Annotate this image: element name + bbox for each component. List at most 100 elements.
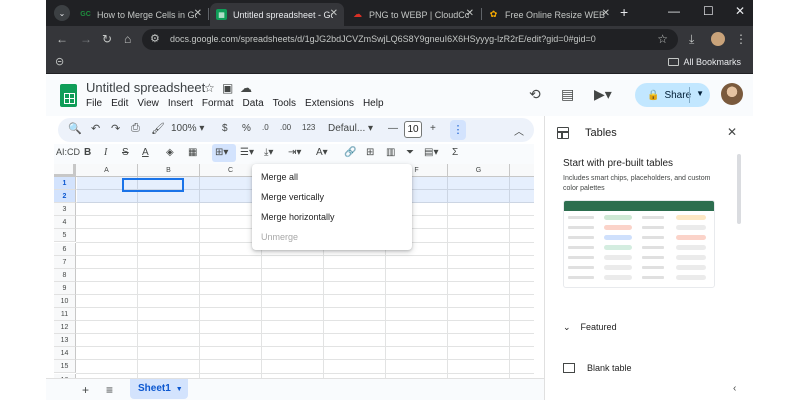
share-dropdown-icon[interactable]: ▼ xyxy=(696,89,704,98)
tab-untitled-spreadsheet[interactable]: ▦ Untitled spreadsheet - Goo ✕ xyxy=(210,3,344,26)
search-menus-icon[interactable]: 🔍 xyxy=(68,122,82,135)
sheet-tab-sheet1[interactable]: Sheet1 ▼ xyxy=(130,379,188,399)
all-sheets-icon[interactable]: ≡ xyxy=(106,383,113,397)
cloud-status-icon[interactable]: ☁ xyxy=(240,81,252,95)
collapse-panel-icon[interactable]: ‹ xyxy=(733,383,736,394)
close-window-icon[interactable]: ✕ xyxy=(735,4,745,18)
collapse-toolbar-icon[interactable]: ︿ xyxy=(514,123,524,138)
horizontal-align-icon[interactable]: ☰▾ xyxy=(240,147,254,158)
row-header-5[interactable]: 5 xyxy=(54,229,76,243)
minimize-icon[interactable]: — xyxy=(668,4,680,18)
decrease-decimal-button[interactable]: .0 xyxy=(262,123,269,132)
insert-comment-icon[interactable]: ⊞ xyxy=(366,147,374,158)
reload-icon[interactable]: ↻ xyxy=(102,32,112,46)
close-panel-icon[interactable]: ✕ xyxy=(727,125,737,139)
print-icon[interactable]: ⎙ xyxy=(131,122,140,135)
increase-decimal-button[interactable]: .00 xyxy=(280,123,291,132)
menu-format[interactable]: Format xyxy=(202,98,234,109)
more-formats-button[interactable]: 123 xyxy=(302,123,315,132)
more-options-icon[interactable]: ⋮ xyxy=(450,120,466,140)
zoom-select[interactable]: 100% ▾ xyxy=(171,123,204,134)
row-header-10[interactable]: 10 xyxy=(54,294,76,308)
menu-edit[interactable]: Edit xyxy=(111,98,128,109)
bold-icon[interactable]: B xyxy=(84,147,91,158)
move-folder-icon[interactable]: ▣ xyxy=(222,81,233,95)
redo-icon[interactable]: ↷ xyxy=(111,122,120,135)
download-icon[interactable]: ⤓ xyxy=(689,32,694,46)
close-tab-icon[interactable]: ✕ xyxy=(602,8,610,19)
row-header-8[interactable]: 8 xyxy=(54,268,76,282)
menu-file[interactable]: File xyxy=(86,98,102,109)
document-title[interactable]: Untitled spreadsheet xyxy=(86,80,205,95)
borders-icon[interactable]: ▦ xyxy=(188,147,197,158)
font-select[interactable]: Defaul... ▾ xyxy=(328,123,373,134)
row-header-2[interactable]: 2 xyxy=(54,190,76,204)
currency-format-button[interactable]: $ xyxy=(222,123,228,134)
select-all-corner[interactable] xyxy=(54,164,76,177)
insert-chart-icon[interactable]: ▥ xyxy=(386,147,395,158)
row-header-7[interactable]: 7 xyxy=(54,255,76,269)
column-header-g[interactable]: G xyxy=(448,164,510,177)
row-header-6[interactable]: 6 xyxy=(54,242,76,256)
create-filter-icon[interactable]: ⏷ xyxy=(406,147,414,158)
profile-avatar[interactable] xyxy=(711,32,725,46)
close-tab-icon[interactable]: ✕ xyxy=(330,8,338,19)
menu-help[interactable]: Help xyxy=(363,98,384,109)
row-header-11[interactable]: 11 xyxy=(54,308,76,321)
text-color-icon[interactable]: A xyxy=(142,147,149,158)
menu-data[interactable]: Data xyxy=(243,98,264,109)
menu-view[interactable]: View xyxy=(137,98,159,109)
menu-insert[interactable]: Insert xyxy=(168,98,193,109)
vertical-align-icon[interactable]: ⤓▾ xyxy=(264,147,273,158)
browser-menu-icon[interactable]: ⋮ xyxy=(735,32,747,46)
meet-icon[interactable]: ▶▾ xyxy=(594,86,612,103)
fill-color-icon[interactable]: ◈ xyxy=(166,147,174,158)
name-box[interactable]: AI:CD xyxy=(56,147,80,157)
version-history-icon[interactable]: ⟲ xyxy=(529,86,541,103)
table-template-preview[interactable] xyxy=(563,200,715,288)
undo-icon[interactable]: ↶ xyxy=(91,122,100,135)
column-header-b[interactable]: B xyxy=(138,164,200,177)
back-icon[interactable]: ← xyxy=(56,32,68,46)
row-header-15[interactable]: 15 xyxy=(54,360,76,374)
filter-views-icon[interactable]: ▤▾ xyxy=(424,147,438,158)
row-header-4[interactable]: 4 xyxy=(54,216,76,230)
tab-search-icon[interactable]: ⌄ xyxy=(54,5,70,21)
decrease-font-icon[interactable]: — xyxy=(388,123,398,134)
strikethrough-icon[interactable]: S xyxy=(122,147,129,158)
blank-table-option[interactable]: Blank table xyxy=(563,363,632,373)
row-header-13[interactable]: 13 xyxy=(54,334,76,348)
increase-font-icon[interactable]: + xyxy=(430,123,436,134)
row-header-12[interactable]: 12 xyxy=(54,321,76,335)
insert-link-icon[interactable]: 🔗 xyxy=(344,147,356,158)
menu-extensions[interactable]: Extensions xyxy=(305,98,354,109)
functions-icon[interactable]: Σ xyxy=(452,147,458,158)
forward-icon[interactable]: → xyxy=(80,32,92,46)
all-bookmarks-button[interactable]: All Bookmarks xyxy=(668,57,741,67)
site-info-icon[interactable]: ⚙ xyxy=(150,32,160,45)
text-rotation-icon[interactable]: A▾ xyxy=(316,147,328,158)
maximize-icon[interactable]: ☐ xyxy=(703,4,714,18)
account-avatar[interactable] xyxy=(721,83,743,105)
active-cell-a1[interactable] xyxy=(122,178,184,192)
percent-format-button[interactable]: % xyxy=(242,123,251,134)
row-header-9[interactable]: 9 xyxy=(54,281,76,295)
new-tab-icon[interactable]: + xyxy=(620,4,628,20)
close-tab-icon[interactable]: ✕ xyxy=(466,8,474,19)
add-sheet-icon[interactable]: + xyxy=(82,383,89,397)
menu-tools[interactable]: Tools xyxy=(273,98,296,109)
row-header-1[interactable]: 1 xyxy=(54,177,76,190)
address-bar[interactable]: ⚙ docs.google.com/spreadsheets/d/1gJG2bd… xyxy=(142,29,678,50)
panel-scrollbar[interactable] xyxy=(737,154,741,224)
tab-how-to-merge[interactable]: GC How to Merge Cells in Goo ✕ xyxy=(74,3,208,26)
close-tab-icon[interactable]: ✕ xyxy=(194,8,202,19)
paint-format-icon[interactable]: 🖌 xyxy=(151,122,165,135)
sheets-logo-icon[interactable] xyxy=(60,84,77,107)
menu-item-merge-vertically[interactable]: Merge vertically xyxy=(261,192,324,202)
row-header-14[interactable]: 14 xyxy=(54,347,76,361)
comments-icon[interactable]: ▤ xyxy=(561,86,574,103)
italic-icon[interactable]: I xyxy=(104,147,107,158)
featured-section-toggle[interactable]: ⌄ Featured xyxy=(563,322,617,333)
column-header-a[interactable]: A xyxy=(76,164,138,177)
tab-png-to-webp[interactable]: ☁ PNG to WEBP | CloudConve ✕ xyxy=(346,3,480,26)
